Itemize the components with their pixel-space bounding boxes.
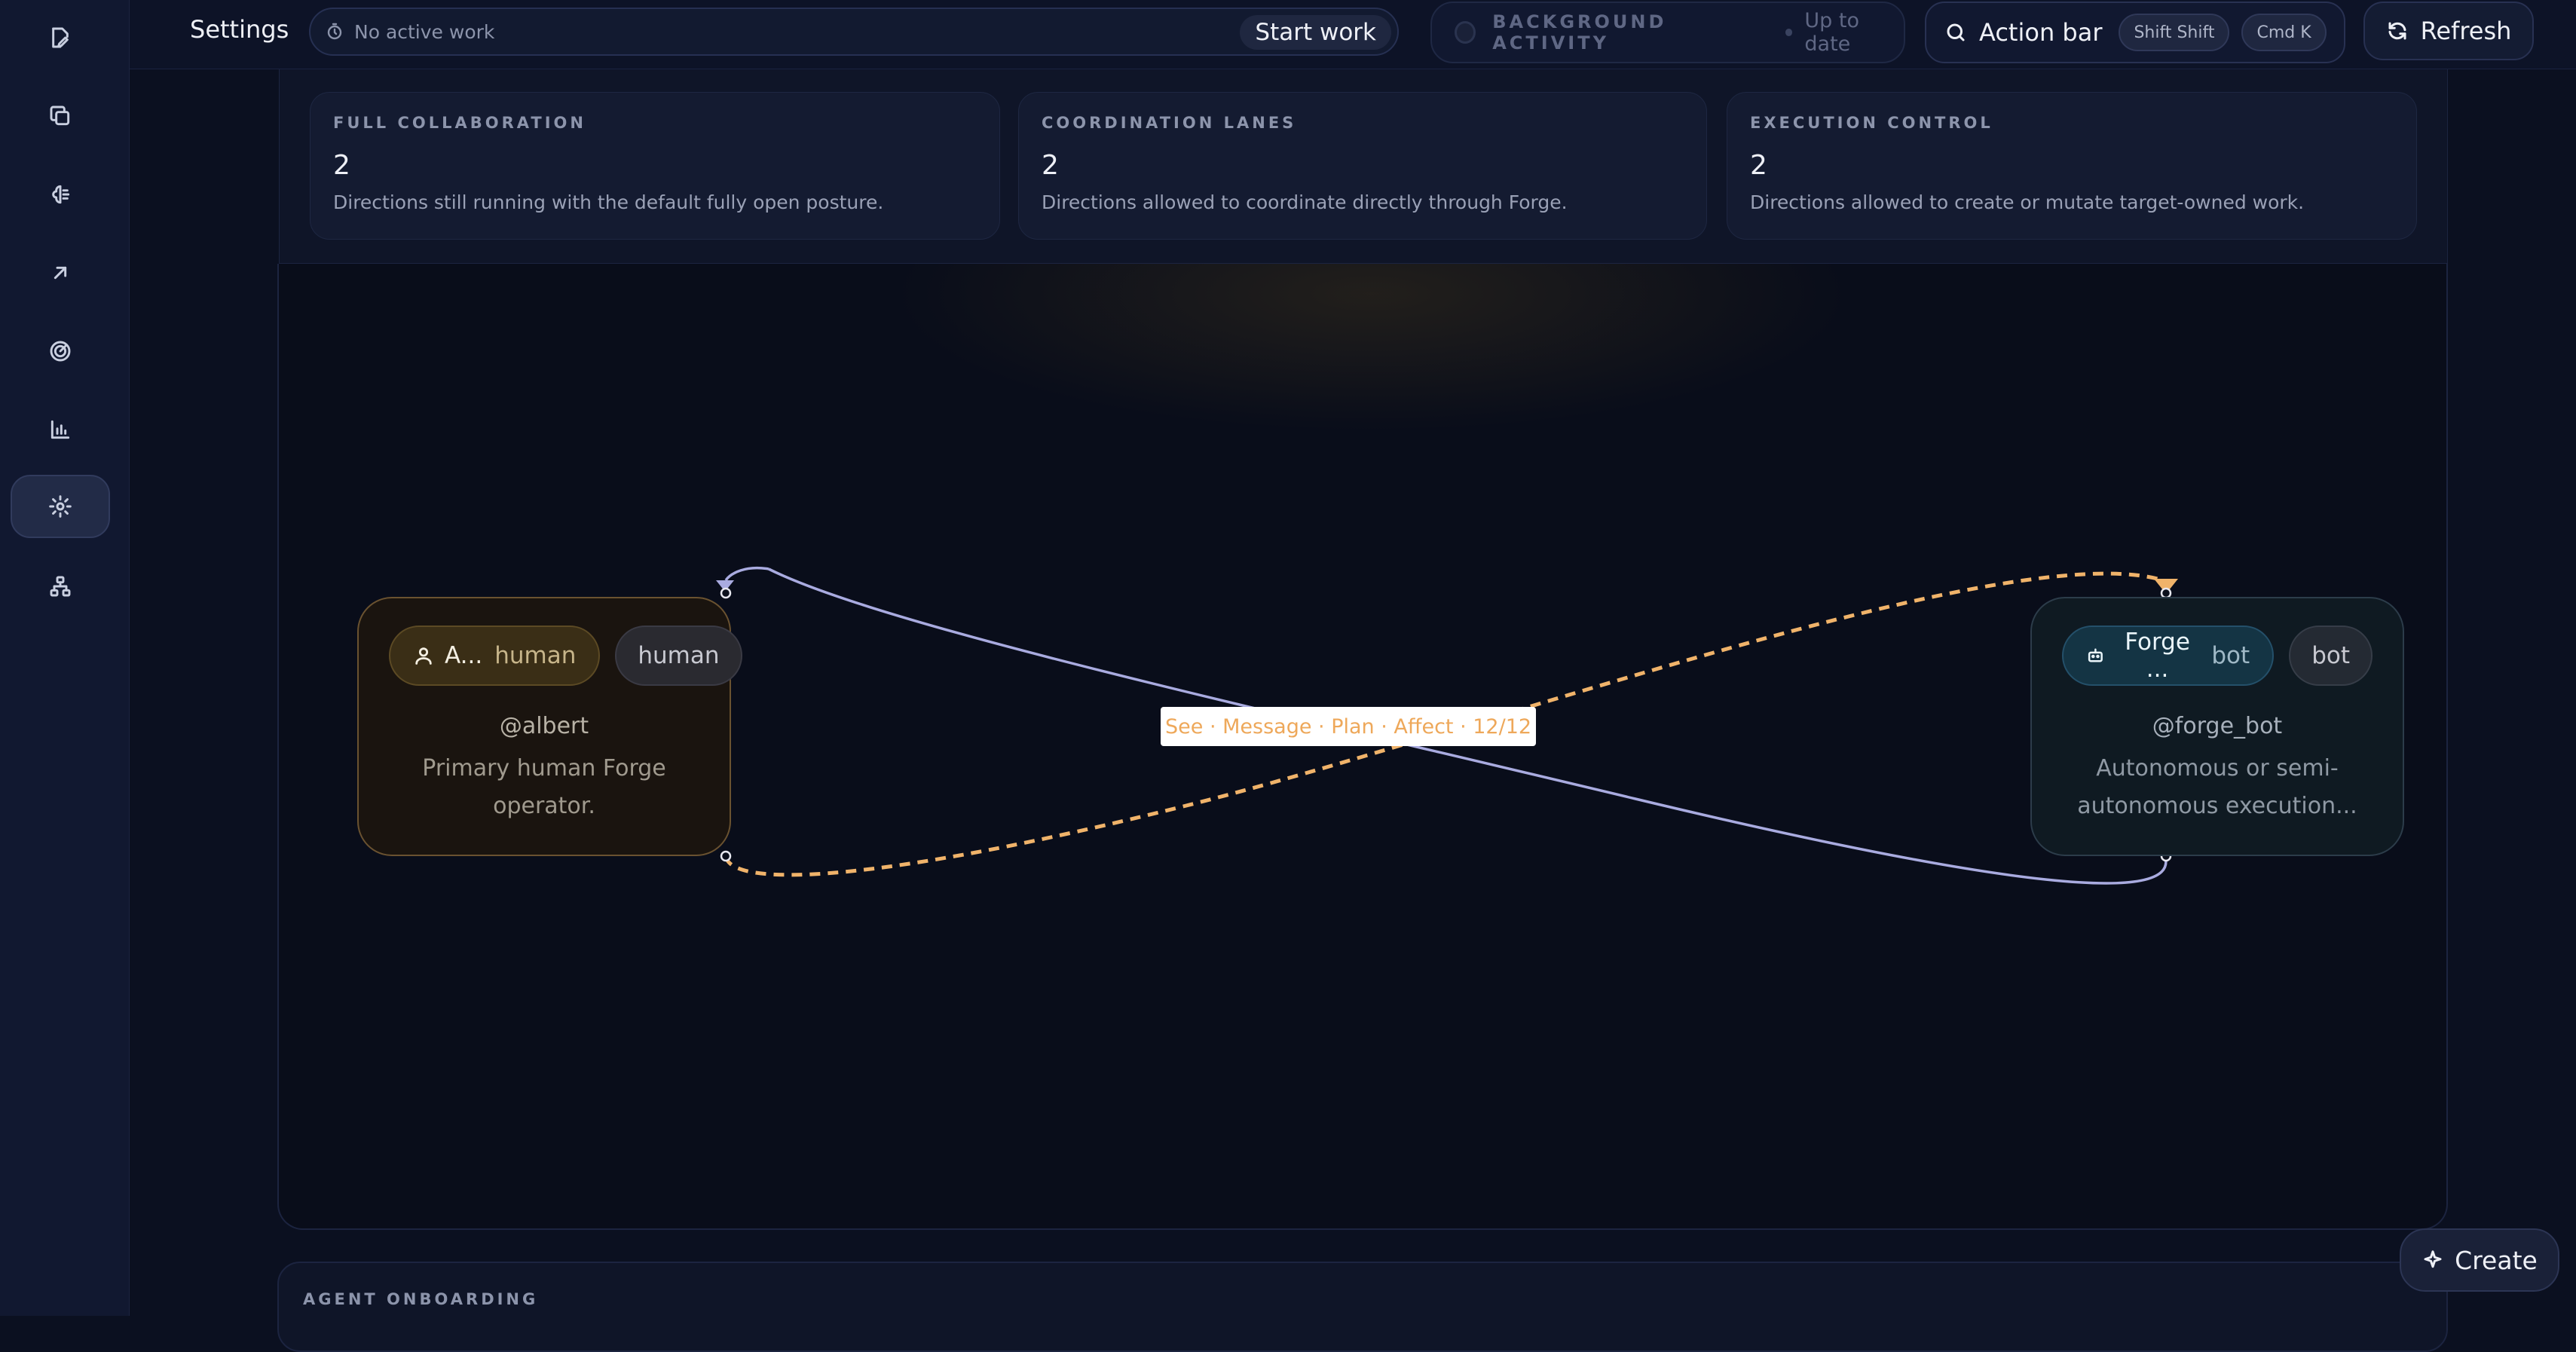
sidebar-item-external[interactable] (11, 241, 110, 304)
sidebar (0, 0, 130, 1316)
separator-dot (1785, 29, 1793, 36)
node-type-badge: bot (2289, 626, 2373, 686)
activity-status-dot (1455, 21, 1476, 44)
stat-card-execution-control: EXECUTION CONTROL 2 Directions allowed t… (1727, 92, 2417, 240)
bar-chart-icon (50, 420, 70, 439)
node-handle-text: @forge_bot (2152, 713, 2283, 739)
node-name: A... (445, 642, 483, 669)
sidebar-item-network[interactable] (11, 555, 110, 618)
node-type-badge: human (615, 626, 742, 686)
refresh-icon (2388, 22, 2406, 40)
graph-node-human[interactable]: A... human human @albert Primary human F… (357, 597, 742, 856)
stats-panel: FULL COLLABORATION 2 Directions still ru… (279, 69, 2448, 264)
arrow-up-right-icon (54, 266, 67, 280)
stat-value: 2 (333, 150, 350, 181)
sidebar-item-brain[interactable] (11, 163, 110, 226)
active-work-text: No active work (354, 20, 495, 43)
start-work-button[interactable]: Start work (1240, 15, 1391, 50)
section-title: AGENT ONBOARDING (303, 1290, 539, 1308)
stat-desc: Directions still running with the defaul… (333, 191, 884, 213)
sidebar-item-copy[interactable] (11, 84, 110, 148)
refresh-label: Refresh (2420, 17, 2512, 45)
sidebar-item-analytics[interactable] (11, 398, 110, 461)
sidebar-item-radar[interactable] (11, 320, 110, 383)
copy-icon (50, 106, 70, 126)
stat-key: EXECUTION CONTROL (1750, 114, 1993, 132)
stat-desc: Directions allowed to create or mutate t… (1750, 191, 2305, 213)
stat-card-full-collaboration: FULL COLLABORATION 2 Directions still ru… (310, 92, 1000, 240)
stat-desc: Directions allowed to coordinate directl… (1042, 191, 1568, 213)
create-button[interactable]: Create (2400, 1228, 2559, 1292)
graph-node-bot[interactable]: Forge ... bot bot @forge_bot Autonomous … (2030, 597, 2404, 856)
node-handle (720, 850, 732, 862)
shortcut-cmd-k: Cmd K (2241, 14, 2327, 51)
node-kind: human (494, 642, 577, 669)
user-icon (415, 647, 432, 665)
timer-icon (327, 23, 342, 40)
edge-bot-to-human-start (724, 566, 769, 582)
sparkle-icon (2424, 1250, 2442, 1268)
relationship-graph-canvas[interactable]: A... human human @albert Primary human F… (277, 264, 2448, 1230)
sidebar-item-edit[interactable] (11, 6, 110, 69)
action-bar-label: Action bar (1979, 18, 2103, 47)
sitemap-icon (50, 576, 71, 597)
search-icon (1947, 23, 1965, 41)
action-bar-button[interactable]: Action bar Shift Shift Cmd K (1925, 2, 2345, 63)
stat-card-coordination-lanes: COORDINATION LANES 2 Directions allowed … (1018, 92, 1707, 240)
background-activity-indicator[interactable]: BACKGROUND ACTIVITY Up to date (1430, 2, 1905, 63)
stat-value: 2 (1750, 150, 1767, 181)
stat-value: 2 (1042, 150, 1059, 181)
refresh-button[interactable]: Refresh (2363, 2, 2534, 60)
node-description: Primary human Forge operator. (422, 755, 666, 819)
stat-key: FULL COLLABORATION (333, 114, 586, 132)
node-handle-text: @albert (499, 713, 589, 739)
shortcut-shift-shift: Shift Shift (2119, 14, 2230, 51)
page-title: Settings (190, 15, 289, 44)
brain-icon (52, 185, 70, 204)
edit-icon (52, 27, 69, 48)
active-work-field[interactable]: No active work Start work (309, 8, 1399, 56)
edge-label[interactable]: See · Message · Plan · Affect · 12/12 (1161, 707, 1537, 746)
radar-icon (50, 341, 71, 362)
node-name-chip: A... human (389, 626, 601, 686)
bot-icon (2088, 648, 2103, 662)
node-kind: bot (2211, 642, 2250, 669)
create-label: Create (2455, 1245, 2538, 1275)
top-bar: Settings No active work Start work BACKG… (130, 0, 2576, 69)
node-handle (720, 587, 732, 599)
stat-key: COORDINATION LANES (1042, 114, 1297, 132)
node-name-chip: Forge ... bot (2062, 626, 2275, 686)
settings-icon (49, 495, 72, 518)
background-activity-status: Up to date (1804, 9, 1859, 56)
sidebar-item-settings[interactable] (11, 475, 110, 538)
background-activity-label: BACKGROUND ACTIVITY (1492, 11, 1667, 54)
node-description: Autonomous or semi-autonomous execution.… (2077, 755, 2357, 819)
node-name: Forge ... (2125, 629, 2190, 683)
agent-onboarding-section: AGENT ONBOARDING (277, 1262, 2448, 1352)
